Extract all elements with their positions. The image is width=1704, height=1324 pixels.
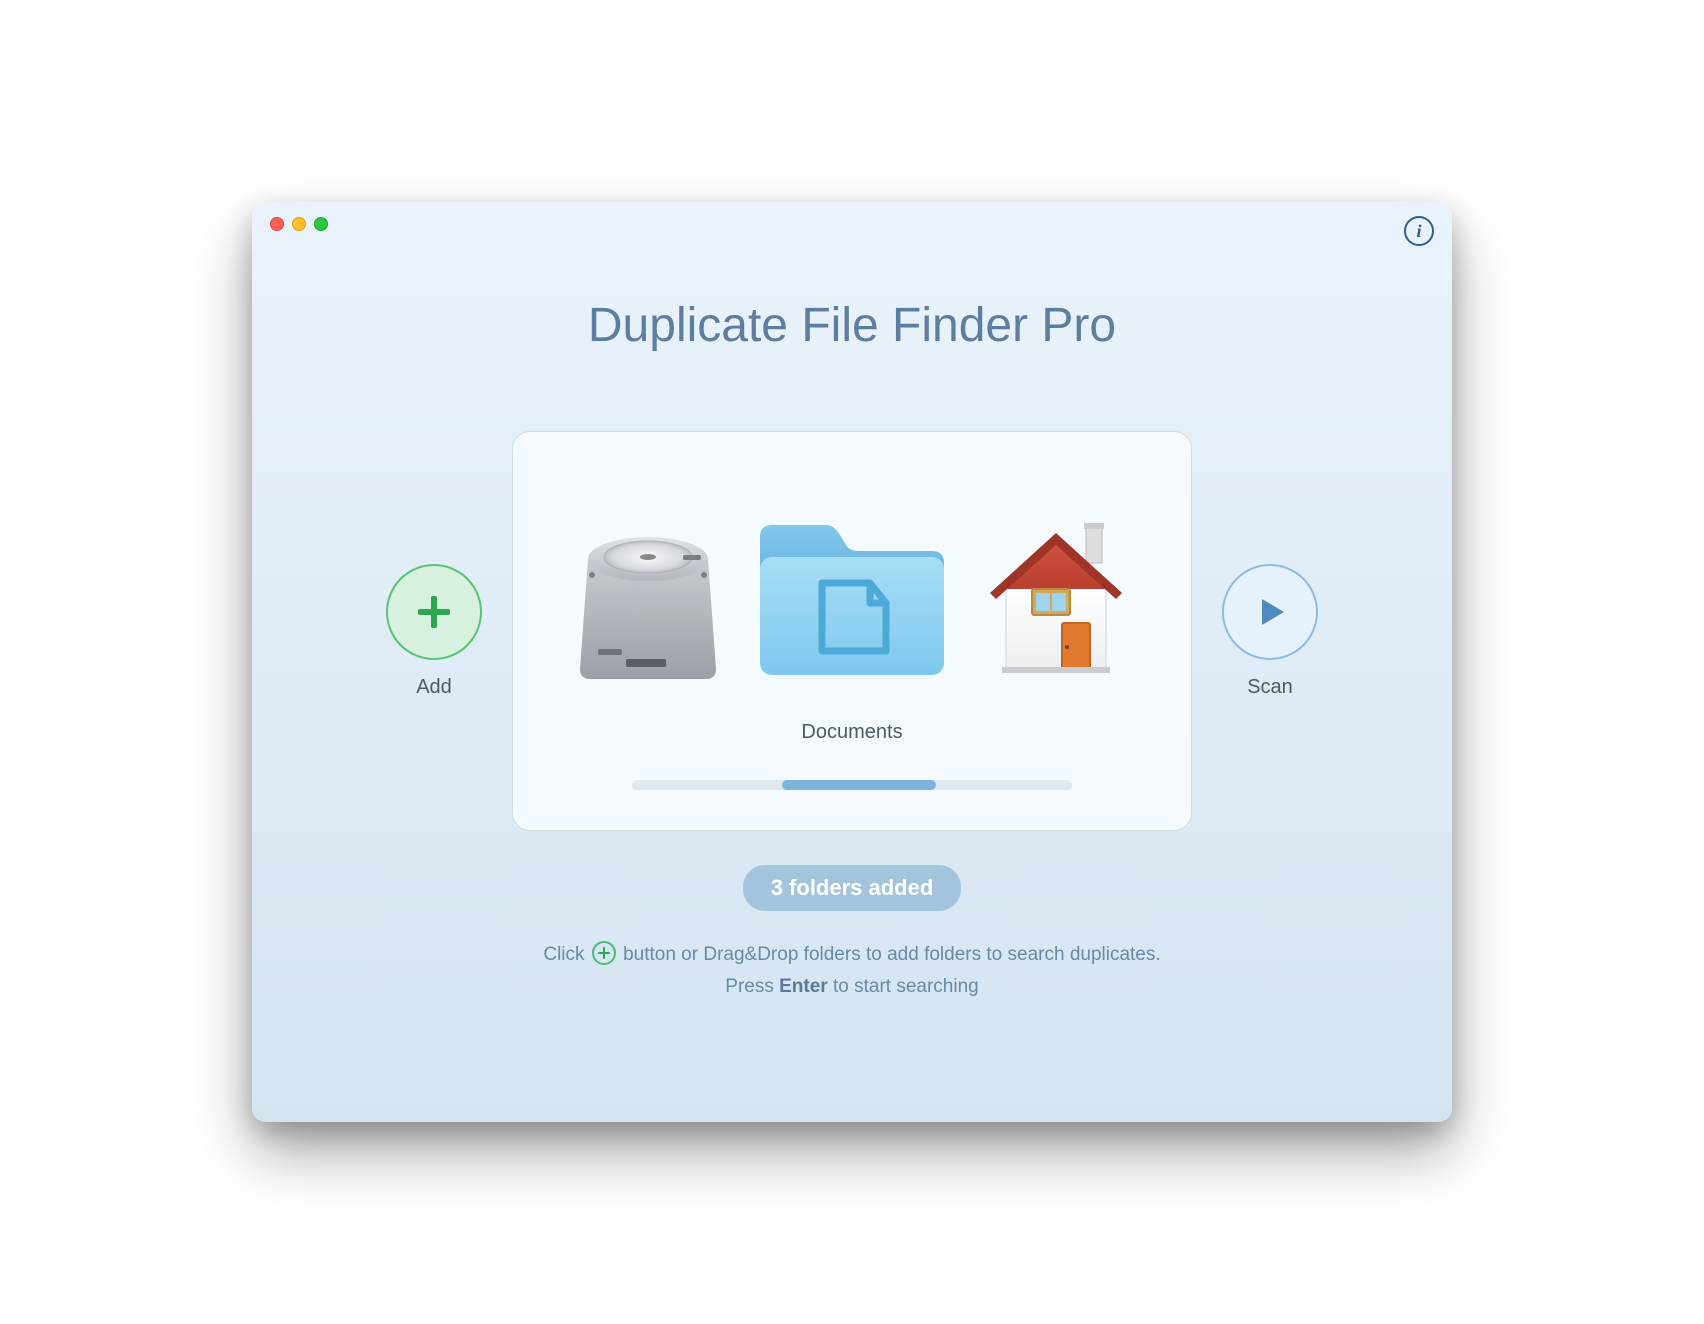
minimize-window-button[interactable] (292, 217, 306, 231)
add-button-label: Add (416, 676, 452, 699)
folders-count-badge: 3 folders added (743, 865, 962, 911)
info-button[interactable]: i (1404, 216, 1434, 246)
zoom-window-button[interactable] (314, 217, 328, 231)
traffic-lights (270, 217, 328, 231)
scan-button-label: Scan (1247, 676, 1293, 699)
help-enter-key: Enter (779, 976, 828, 997)
help-line-1-prefix: Click (543, 944, 584, 965)
plus-icon-inline (592, 941, 616, 965)
carousel-scrollbar-thumb[interactable] (782, 780, 936, 790)
plus-icon (412, 590, 456, 634)
content-row: Add (252, 431, 1452, 831)
help-line-2: Press Enter to start searching (252, 971, 1452, 1003)
documents-folder-icon[interactable] (742, 499, 962, 699)
home-icon[interactable] (976, 509, 1136, 689)
help-line-1: Click button or Drag&Drop folders to add… (252, 939, 1452, 971)
disk-icon[interactable] (568, 509, 728, 689)
close-window-button[interactable] (270, 217, 284, 231)
add-button-group: Add (386, 564, 482, 699)
scan-button-group: Scan (1222, 564, 1318, 699)
folders-card[interactable]: Documents (512, 431, 1192, 831)
help-line-2-prefix: Press (725, 976, 774, 997)
app-window: i Duplicate File Finder Pro Add (252, 202, 1452, 1122)
carousel-scrollbar[interactable] (632, 780, 1072, 790)
help-line-2-suffix: to start searching (833, 976, 979, 997)
selected-folder-label: Documents (801, 721, 902, 744)
scan-button[interactable] (1222, 564, 1318, 660)
app-title: Duplicate File Finder Pro (252, 298, 1452, 353)
help-text: Click button or Drag&Drop folders to add… (252, 939, 1452, 1004)
titlebar: i (252, 202, 1452, 246)
play-icon (1250, 592, 1290, 632)
info-icon: i (1416, 221, 1421, 242)
add-button[interactable] (386, 564, 482, 660)
help-line-1-suffix: button or Drag&Drop folders to add folde… (623, 944, 1161, 965)
folders-icons-row (553, 456, 1151, 741)
